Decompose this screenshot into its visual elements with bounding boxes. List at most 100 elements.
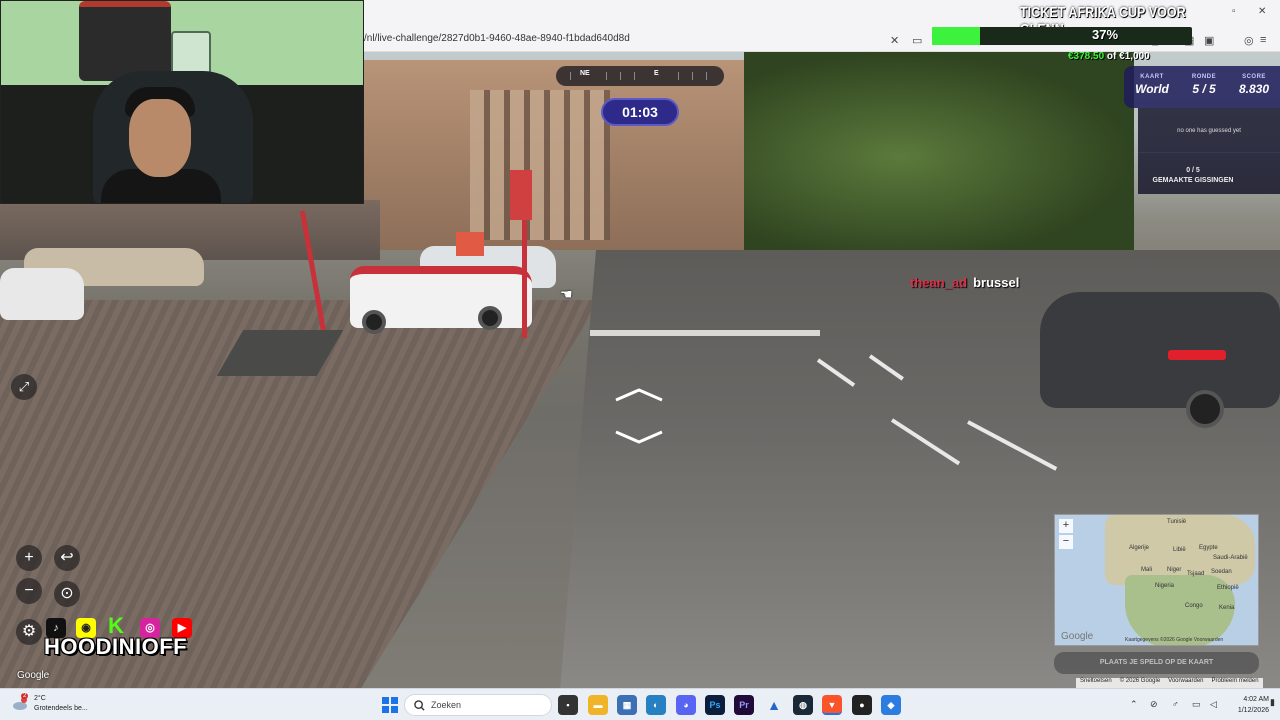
parked-car — [0, 268, 84, 320]
map-label: Congo — [1185, 603, 1203, 609]
screen: ☚ /nl/live-challenge/2827d0b1-9460-48ae-… — [0, 0, 1280, 720]
map-status: KAART World — [1132, 74, 1172, 96]
compass-tick — [620, 72, 621, 80]
network-icon[interactable]: ⊘ — [1150, 699, 1158, 710]
display-icon[interactable]: ▭ — [1192, 699, 1201, 710]
move-forward-arrow[interactable] — [614, 388, 664, 402]
streamer-face — [129, 99, 191, 177]
weather-description: Grotendeels be... — [34, 705, 88, 712]
map-label: Mali — [1141, 567, 1153, 573]
map-label: Niger — [1167, 567, 1182, 573]
place-pin-button[interactable]: PLAATS JE SPELD OP DE KAART — [1054, 652, 1259, 674]
steam-icon[interactable]: ◍ — [793, 695, 813, 715]
settings-button[interactable]: ⚙ — [16, 619, 42, 645]
cast-icon[interactable]: ▭ — [912, 34, 922, 47]
task-view-icon[interactable]: ▪ — [558, 695, 578, 715]
profile-icon[interactable]: ◎ — [1244, 34, 1254, 47]
map-label: Algerije — [1129, 545, 1150, 551]
crosswalk-line — [590, 330, 820, 336]
car-wheel — [478, 306, 502, 330]
compass-tick — [706, 72, 707, 80]
brave-browser-icon[interactable]: ▼ — [822, 695, 842, 715]
trees — [744, 52, 1134, 262]
map-value: World — [1135, 82, 1169, 96]
zoom-in-button[interactable]: + — [16, 545, 42, 571]
mic-icon[interactable]: ♂ — [1172, 699, 1179, 709]
streamer-name: HOODINIOFF — [44, 634, 188, 659]
close-window-icon[interactable]: ✕ — [1258, 6, 1266, 17]
tail-light — [1168, 350, 1226, 360]
move-backward-arrow[interactable] — [614, 430, 664, 444]
file-explorer-icon[interactable]: ▬ — [588, 695, 608, 715]
minimap-zoom-out-button[interactable]: − — [1059, 535, 1073, 549]
menu-icon[interactable]: ≡ — [1260, 34, 1266, 46]
discord-icon[interactable]: ◕ — [676, 695, 696, 715]
map-label: Tsjaad — [1187, 571, 1205, 577]
game-status-panel: KAART World RONDE 5 / 5 SCORE 8.830 — [1124, 66, 1280, 108]
undo-button[interactable]: ↩ — [54, 545, 80, 571]
compass-dir-e: E — [654, 70, 659, 77]
store-icon[interactable]: ▦ — [617, 695, 637, 715]
map-label: Tunisië — [1167, 519, 1187, 525]
windows-taskbar: 2 2°C Grotendeels be... Zoeken ▪ ▬ ▦ ◐ ◕… — [0, 688, 1280, 720]
score-status: SCORE 8.830 — [1232, 74, 1276, 96]
search-placeholder: Zoeken — [431, 700, 462, 710]
search-icon — [414, 700, 425, 711]
minimap-google-logo: Google — [1061, 631, 1094, 642]
compass-tick — [606, 72, 607, 80]
donation-progress-fill — [932, 27, 981, 45]
obs-icon[interactable]: ● — [852, 695, 872, 715]
parked-suv — [1040, 292, 1280, 408]
fullscreen-button[interactable]: ⤢ — [11, 374, 37, 400]
map-label: Soedan — [1211, 569, 1232, 575]
guess-count: 0 / 5 GEMAAKTE GISSINGEN — [1138, 166, 1248, 186]
mute-icon[interactable]: ✕ — [890, 34, 899, 47]
shortcuts-link[interactable]: Sneltoetsen — [1076, 678, 1116, 684]
outlook-icon[interactable]: ◐ — [646, 695, 666, 715]
donation-progress-percent: 37% — [1092, 27, 1119, 42]
minimap-zoom-in-button[interactable]: + — [1059, 519, 1073, 533]
volume-icon[interactable]: ◁ — [1210, 699, 1217, 710]
panel-divider — [1138, 152, 1280, 153]
clock-time: 4:02 AM — [1243, 696, 1269, 703]
weather-temperature: 2°C — [34, 695, 46, 702]
guesses-panel: no one has guessed yet 0 / 5 GEMAAKTE GI… — [1138, 108, 1280, 194]
taskbar-clock[interactable]: 4:02 AM 1/12/2026 — [1225, 694, 1269, 716]
google-watermark: Google — [17, 670, 50, 681]
round-status: RONDE 5 / 5 — [1184, 74, 1224, 96]
compass-bar: NE E — [556, 66, 724, 86]
minimap-attribution: Kaartgegevens ©2026 Google Voorwaarden — [1125, 637, 1224, 643]
app-icon[interactable]: ◆ — [881, 695, 901, 715]
webcam-overlay — [0, 0, 364, 204]
clock-date: 1/12/2026 — [1237, 707, 1269, 714]
report-problem-link[interactable]: Probleem melden — [1208, 678, 1263, 684]
arc-icon[interactable]: ▲ — [764, 695, 784, 715]
return-to-start-button[interactable]: ⊙ — [54, 581, 80, 607]
photoshop-icon[interactable]: Ps — [705, 695, 725, 715]
taskbar-search[interactable]: Zoeken — [404, 694, 552, 716]
compass-tick — [678, 72, 679, 80]
map-label: Ethiopië — [1217, 585, 1239, 591]
raised-amount: €378.50 — [1068, 51, 1105, 62]
tray-overflow-icon[interactable]: ⌃ — [1130, 699, 1138, 710]
terms-link[interactable]: Voorwaarden — [1164, 678, 1207, 684]
compass-dir-ne: NE — [580, 70, 590, 77]
guess-minimap[interactable]: Algerije Libië Egypte Mali Niger Tsjaad … — [1054, 514, 1259, 646]
donation-raised: €378.50 of €1,000 — [1068, 51, 1150, 62]
street-sign — [456, 232, 484, 256]
chat-message: thean_ad brussel — [910, 275, 1019, 290]
map-label: Nigeria — [1155, 583, 1175, 589]
map-label: Egypte — [1199, 545, 1218, 551]
map-label: Kenia — [1219, 605, 1235, 611]
compass-tick — [692, 72, 693, 80]
donation-progress-bar — [932, 27, 1192, 45]
raised-separator: of — [1104, 51, 1120, 62]
notifications-icon[interactable]: ▮ — [1270, 697, 1275, 708]
score-label: SCORE — [1242, 74, 1266, 80]
premiere-icon[interactable]: Pr — [734, 695, 754, 715]
chat-text: brussel — [973, 275, 1020, 290]
windows-start-icon[interactable] — [382, 697, 398, 713]
address-bar[interactable]: /nl/live-challenge/2827d0b1-9460-48ae-89… — [364, 33, 630, 44]
zoom-out-button[interactable]: − — [16, 578, 42, 604]
copyright-text: © 2026 Google — [1119, 678, 1161, 684]
